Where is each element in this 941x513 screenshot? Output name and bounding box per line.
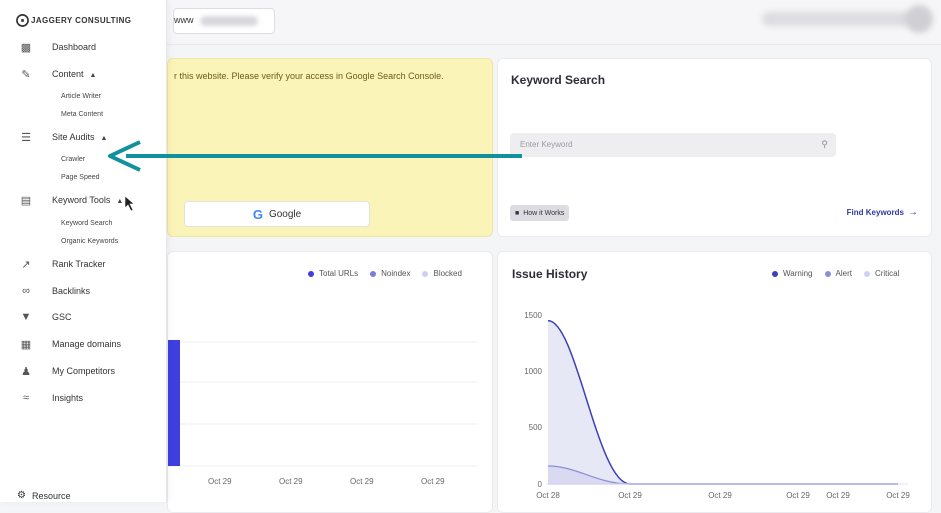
x-tick-labels: Oct 28 Oct 29 Oct 29 Oct 29 Oct 29 Oct 29: [536, 491, 910, 500]
chevron-up-icon: ▲: [89, 72, 97, 79]
sidebar-subitem-crawler[interactable]: Crawler: [61, 156, 85, 163]
sidebar-item-text: Keyword Tools: [52, 195, 111, 205]
sidebar-item-label: Content ▲: [52, 69, 96, 79]
sidebar-item-label: Backlinks: [52, 286, 91, 296]
brand-logo-icon: ⨀: [16, 12, 29, 27]
insights-icon: ≈: [22, 392, 30, 404]
gsc-verify-card: r this website. Please verify your acces…: [167, 58, 493, 237]
find-keywords-label: Find Keywords: [846, 208, 904, 217]
lock-icon: ■: [515, 209, 520, 217]
gear-icon: ⚙: [17, 490, 26, 501]
google-button-label: Google: [268, 208, 302, 220]
resource-link[interactable]: ⚙ Resource: [17, 490, 71, 501]
sidebar: ⨀ JAGGERY CONSULTING ▩ Dashboard ✎ Conte…: [0, 0, 167, 502]
keyword-icon: ▤: [20, 194, 32, 207]
y-tick-label: 1500: [524, 311, 542, 320]
pencil-icon: ✎: [21, 68, 31, 81]
keyword-search-title: Keyword Search: [511, 73, 606, 87]
sidebar-item-text: Content: [52, 69, 84, 79]
sidebar-item-content[interactable]: ✎ Content ▲: [0, 65, 166, 83]
sidebar-item-keyword-tools[interactable]: ▤ Keyword Tools ▲: [0, 191, 166, 209]
sidebar-item-label: Insights: [52, 393, 84, 403]
keyword-input-placeholder: Enter Keyword: [520, 140, 573, 149]
google-connect-button[interactable]: G Google: [184, 201, 370, 227]
x-tick-label: Oct 29: [786, 491, 810, 500]
chevron-up-icon: ▲: [100, 135, 108, 142]
sidebar-subitem-page-speed[interactable]: Page Speed: [61, 174, 100, 181]
how-it-works-button[interactable]: ■ How it Works: [510, 205, 570, 221]
chevron-up-icon: ▲: [116, 198, 124, 205]
search-icon: ⚲: [821, 139, 828, 149]
sidebar-subitem-meta-content[interactable]: Meta Content: [61, 111, 103, 118]
brand[interactable]: ⨀ JAGGERY CONSULTING: [16, 12, 131, 28]
bar-total-urls[interactable]: [168, 340, 180, 466]
find-keywords-link[interactable]: Find Keywords →: [847, 207, 918, 218]
resource-label: Resource: [31, 490, 71, 501]
sidebar-item-insights[interactable]: ≈ Insights: [0, 389, 166, 407]
x-tick-label: Oct 29: [826, 491, 850, 500]
keyword-search-card: Keyword Search Enter Keyword ⚲ ■ How it …: [497, 58, 932, 237]
people-icon: ♟: [21, 365, 31, 378]
gsc-icon: ▼: [20, 311, 32, 323]
domain-selector[interactable]: www: [173, 8, 275, 34]
x-tick-label: Oct 29: [618, 491, 642, 500]
top-bar: www: [167, 0, 941, 45]
crawl-stats-card: Total URLs Noindex Blocked Oct 29 Oct 29…: [167, 251, 493, 513]
sidebar-item-label: Dashboard: [52, 42, 97, 52]
sidebar-item-dashboard[interactable]: ▩ Dashboard: [0, 38, 166, 56]
x-tick-label: Oct 29: [708, 491, 732, 500]
x-tick-label: Oct 29: [421, 477, 445, 486]
area-warning: [548, 320, 898, 484]
x-tick-label: Oct 29: [279, 477, 303, 486]
bar-chart-icon: ▩: [20, 41, 32, 54]
x-tick-label: Oct 29: [208, 477, 232, 486]
sidebar-item-my-competitors[interactable]: ♟ My Competitors: [0, 362, 166, 380]
layers-icon: ☰: [21, 131, 31, 144]
avatar[interactable]: [905, 5, 933, 33]
issue-history-card: Issue History Warning Alert Critical 150…: [497, 251, 932, 513]
rank-icon: ↗: [21, 258, 31, 271]
sidebar-subitem-organic-keywords[interactable]: Organic Keywords: [61, 238, 118, 245]
series-layer: [547, 319, 898, 485]
user-name-blurred: [762, 12, 912, 26]
keyword-input[interactable]: Enter Keyword ⚲: [510, 133, 836, 157]
sidebar-subitem-article-writer[interactable]: Article Writer: [61, 93, 101, 100]
x-tick-label: Oct 28: [536, 491, 560, 500]
sidebar-item-text: Site Audits: [52, 132, 95, 142]
sidebar-item-label: Rank Tracker: [52, 259, 106, 269]
y-tick-label: 0: [538, 480, 543, 489]
sidebar-item-gsc[interactable]: ▼ GSC: [0, 308, 166, 326]
sidebar-item-label: Site Audits ▲: [52, 132, 107, 142]
sidebar-item-rank-tracker[interactable]: ↗ Rank Tracker: [0, 255, 166, 273]
domain-blurred: [200, 16, 258, 26]
y-tick-label: 1000: [524, 367, 542, 376]
sidebar-item-label: Keyword Tools ▲: [52, 195, 123, 205]
sidebar-item-backlinks[interactable]: ∞ Backlinks: [0, 282, 166, 300]
sidebar-subitem-keyword-search[interactable]: Keyword Search: [61, 220, 112, 227]
issue-history-chart: 1500 1000 500 0 Oct 28 Oct 29 Oct 29 Oct 29…: [524, 311, 910, 500]
y-tick-label: 500: [529, 423, 543, 432]
building-icon: ▦: [20, 338, 32, 351]
brand-name: JAGGERY CONSULTING: [31, 15, 132, 25]
x-tick-label: Oct 29: [886, 491, 910, 500]
sidebar-item-manage-domains[interactable]: ▦ Manage domains: [0, 335, 166, 353]
sidebar-item-site-audits[interactable]: ☰ Site Audits ▲: [0, 128, 166, 146]
domain-prefix: www: [174, 15, 194, 25]
arrow-right-icon: →: [908, 207, 918, 218]
crawl-chart: Oct 29 Oct 29 Oct 29 Oct 29: [168, 340, 478, 486]
how-it-works-label: How it Works: [523, 209, 565, 217]
google-icon: G: [252, 206, 263, 222]
link-icon: ∞: [22, 285, 30, 297]
x-tick-label: Oct 29: [350, 477, 374, 486]
sidebar-item-label: My Competitors: [52, 366, 116, 376]
sidebar-item-label: Manage domains: [52, 339, 122, 349]
gsc-verify-message: r this website. Please verify your acces…: [174, 71, 444, 81]
sidebar-item-label: GSC: [52, 312, 72, 322]
